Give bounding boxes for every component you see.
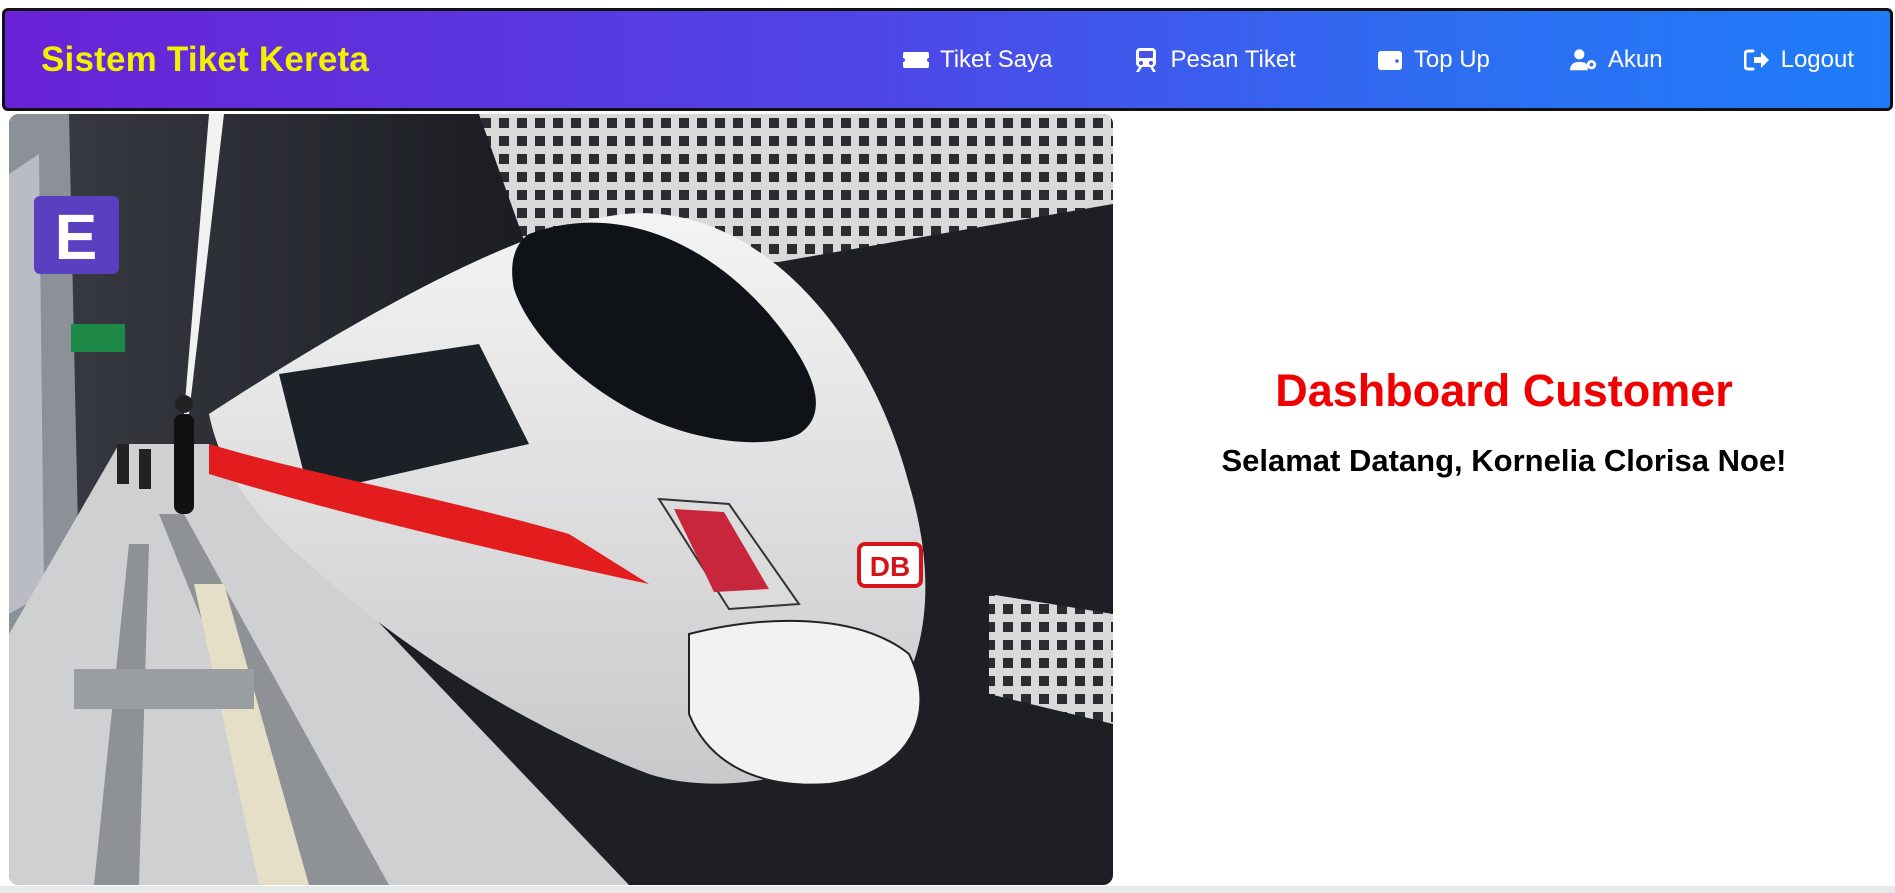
top-navbar: Sistem Tiket Kereta Tiket Saya Pesan Tik… <box>2 8 1893 111</box>
nav-tiket-saya[interactable]: Tiket Saya <box>902 45 1053 74</box>
nav-logout[interactable]: Logout <box>1743 46 1854 74</box>
logout-icon <box>1743 48 1771 72</box>
nav-akun[interactable]: Akun <box>1569 45 1663 74</box>
train-icon <box>1132 47 1160 72</box>
nav-pesan-tiket[interactable]: Pesan Tiket <box>1132 45 1296 74</box>
db-logo-text: DB <box>870 551 910 582</box>
nav-label: Logout <box>1780 45 1854 73</box>
nav-label: Top Up <box>1413 45 1490 73</box>
greeting-text: Selamat Datang, Kornelia Clorisa Noe! <box>1221 442 1787 478</box>
nav-label: Akun <box>1607 45 1663 73</box>
platform-sign-text: E <box>55 201 98 273</box>
welcome-panel: Dashboard Customer Selamat Datang, Korne… <box>1113 114 1895 885</box>
nav-label: Tiket Saya <box>939 45 1053 73</box>
ticket-icon <box>902 48 930 72</box>
hero-train-image: E DB <box>9 114 1113 885</box>
wallet-icon <box>1376 48 1404 72</box>
user-gear-icon <box>1569 48 1598 72</box>
nav-top-up[interactable]: Top Up <box>1376 46 1490 74</box>
page-bottom-divider <box>0 886 1895 893</box>
page-title: Dashboard Customer <box>1275 364 1733 416</box>
nav-menu: Tiket Saya Pesan Tiket Top Up Akun Logou… <box>902 46 1854 74</box>
nav-label: Pesan Tiket <box>1170 45 1296 73</box>
brand-title[interactable]: Sistem Tiket Kereta <box>41 40 369 80</box>
